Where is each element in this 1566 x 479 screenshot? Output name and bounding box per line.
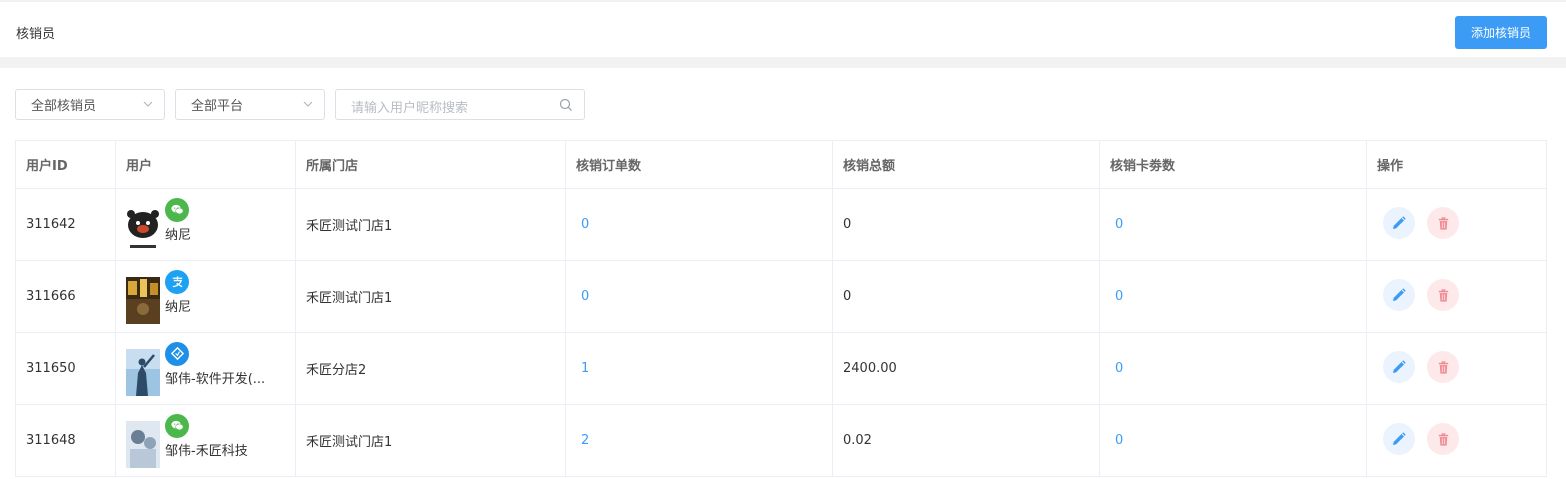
- column-header: 操作: [1377, 159, 1404, 174]
- actions-cell: [1367, 189, 1548, 260]
- edit-button[interactable]: [1383, 423, 1415, 455]
- cards-count-link[interactable]: 0: [1115, 433, 1123, 448]
- baidu-icon: [165, 341, 189, 366]
- cards-cell: 0: [1100, 405, 1367, 476]
- total-amount: 0.02: [833, 405, 1100, 476]
- verifier-select[interactable]: 全部核销员: [15, 89, 165, 120]
- table-row: 311648 邹伟-禾匠科技 禾匠测试门店1 2 0.02 0: [16, 405, 1546, 477]
- chevron-down-icon: [143, 101, 153, 107]
- user-id: 311650: [16, 333, 116, 404]
- user-info: 纳尼: [126, 267, 295, 327]
- avatar: [126, 204, 160, 252]
- chevron-down-icon: [303, 101, 313, 107]
- cards-count-link[interactable]: 0: [1115, 217, 1123, 232]
- user-cell: 纳尼: [116, 261, 296, 332]
- store-name: 禾匠测试门店1: [296, 189, 566, 260]
- cards-cell: 0: [1100, 189, 1367, 260]
- total-amount: 2400.00: [833, 333, 1100, 404]
- orders-cell: 0: [566, 189, 833, 260]
- cards-count-link[interactable]: 0: [1115, 361, 1123, 376]
- edit-button[interactable]: [1383, 207, 1415, 239]
- main-content: 全部核销员 全部平台 请输入用户昵称搜索 用户ID 用户 所属门店 核销订单数 …: [0, 68, 1566, 479]
- user-id: 311648: [16, 405, 116, 476]
- pencil-icon: [1393, 216, 1406, 229]
- edit-button[interactable]: [1383, 351, 1415, 383]
- table-row: 311666 纳尼 禾匠测试门店1 0 0 0: [16, 261, 1546, 333]
- orders-count-link[interactable]: 0: [581, 289, 589, 304]
- user-info: 邹伟-禾匠科技: [126, 411, 295, 471]
- total-amount: 0: [833, 261, 1100, 332]
- orders-cell: 0: [566, 261, 833, 332]
- platform-select-value: 全部平台: [191, 99, 244, 114]
- user-cell: 纳尼: [116, 189, 296, 260]
- column-header: 用户ID: [16, 141, 116, 188]
- photo-avatar-image: [126, 420, 160, 468]
- verifier-select-value: 全部核销员: [31, 99, 97, 114]
- avatar: [126, 420, 160, 468]
- user-nickname: 纳尼: [165, 227, 192, 243]
- platform-select[interactable]: 全部平台: [175, 89, 325, 120]
- delete-button[interactable]: [1427, 423, 1459, 455]
- actions-cell: [1367, 261, 1548, 332]
- store-name: 禾匠测试门店1: [296, 405, 566, 476]
- page-header: 核销员 添加核销员: [0, 2, 1566, 57]
- column-header: 核销订单数: [566, 141, 833, 188]
- alipay-icon: [165, 269, 189, 294]
- wechat-icon: [165, 413, 189, 438]
- pencil-icon: [1393, 288, 1406, 301]
- column-header: 用户: [116, 141, 296, 188]
- orders-count-link[interactable]: 1: [581, 361, 589, 376]
- user-nickname: 邹伟-软件开发(...: [165, 371, 266, 387]
- orders-count-link[interactable]: 2: [581, 433, 589, 448]
- user-info: 纳尼: [126, 195, 295, 255]
- table-row: 311642 纳尼 禾匠测试门店1 0 0 0: [16, 189, 1546, 261]
- verifier-table: 用户ID 用户 所属门店 核销订单数 核销总额 核销卡劵数 操作 311642: [15, 140, 1547, 477]
- store-name: 禾匠测试门店1: [296, 261, 566, 332]
- add-verifier-button[interactable]: 添加核销员: [1455, 16, 1547, 49]
- user-nickname: 邹伟-禾匠科技: [165, 443, 248, 459]
- edit-button[interactable]: [1383, 279, 1415, 311]
- avatar: [126, 348, 160, 396]
- cards-cell: 0: [1100, 261, 1367, 332]
- user-id: 311666: [16, 261, 116, 332]
- bear-avatar-image: [126, 204, 160, 252]
- user-nickname: 纳尼: [165, 299, 192, 315]
- trash-icon: [1438, 288, 1448, 302]
- search-input[interactable]: 请输入用户昵称搜索: [335, 89, 585, 120]
- avatar: [126, 276, 160, 324]
- photo-avatar-image: [126, 276, 160, 324]
- wechat-icon: [165, 197, 189, 222]
- page-title: 核销员: [16, 27, 56, 42]
- orders-cell: 1: [566, 333, 833, 404]
- orders-cell: 2: [566, 405, 833, 476]
- table-header: 用户ID 用户 所属门店 核销订单数 核销总额 核销卡劵数 操作: [16, 141, 1546, 189]
- cards-count-link[interactable]: 0: [1115, 289, 1123, 304]
- actions-cell: [1367, 333, 1548, 404]
- actions-cell: [1367, 405, 1548, 476]
- column-header: 核销卡劵数: [1100, 141, 1367, 188]
- trash-icon: [1438, 360, 1448, 374]
- store-name: 禾匠分店2: [296, 333, 566, 404]
- pencil-icon: [1393, 432, 1406, 445]
- delete-button[interactable]: [1427, 279, 1459, 311]
- cards-cell: 0: [1100, 333, 1367, 404]
- photo-avatar-image: [126, 348, 160, 396]
- search-icon[interactable]: [559, 98, 573, 112]
- orders-count-link[interactable]: 0: [581, 217, 589, 232]
- trash-icon: [1438, 432, 1448, 446]
- total-amount: 0: [833, 189, 1100, 260]
- user-info: 邹伟-软件开发(...: [126, 339, 295, 399]
- search-placeholder: 请输入用户昵称搜索: [351, 101, 469, 116]
- delete-button[interactable]: [1427, 207, 1459, 239]
- column-header: 核销总额: [833, 141, 1100, 188]
- column-header: 所属门店: [296, 141, 566, 188]
- trash-icon: [1438, 216, 1448, 230]
- table-row: 311650 邹伟-软件开发(... 禾匠分店2 1 2400.00 0: [16, 333, 1546, 405]
- user-cell: 邹伟-禾匠科技: [116, 405, 296, 476]
- pencil-icon: [1393, 360, 1406, 373]
- user-id: 311642: [16, 189, 116, 260]
- user-cell: 邹伟-软件开发(...: [116, 333, 296, 404]
- delete-button[interactable]: [1427, 351, 1459, 383]
